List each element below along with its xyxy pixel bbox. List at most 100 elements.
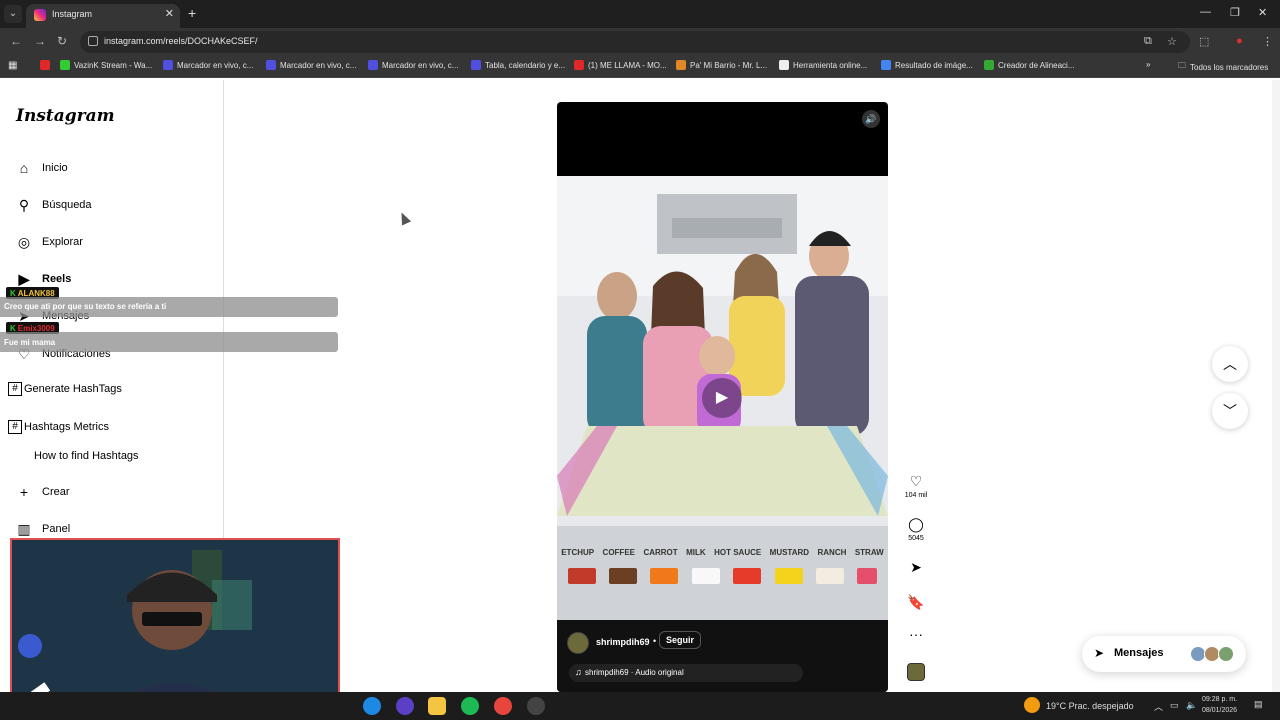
- weather-text[interactable]: 19°C Prac. despejado: [1046, 701, 1134, 711]
- bookmark-item[interactable]: VazinK Stream - Wa...: [60, 60, 152, 70]
- close-window-icon[interactable]: ✕: [1258, 6, 1267, 19]
- follow-button[interactable]: Seguir: [659, 631, 702, 649]
- sauce-cups: [561, 568, 884, 584]
- audio-thumbnail[interactable]: [907, 663, 925, 681]
- comment-button[interactable]: ◯ 5045: [904, 516, 928, 542]
- bookmark-item[interactable]: Herramienta online...: [779, 60, 867, 70]
- bookmark-item[interactable]: Marcador en vivo, c...: [368, 60, 458, 70]
- streamer-webcam: [10, 538, 340, 714]
- bookmark-item[interactable]: (1) ME LLAMA - MO...: [574, 60, 667, 70]
- send-icon: ➤: [1094, 646, 1105, 660]
- app-icon[interactable]: [396, 697, 414, 715]
- play-icon[interactable]: ▶: [702, 378, 742, 418]
- url-bar[interactable]: instagram.com/reels/DOCHAKeCSEF/: [80, 31, 1190, 53]
- page-scrollbar[interactable]: [1272, 80, 1280, 692]
- menu-icon[interactable]: ⋮: [1262, 35, 1273, 48]
- save-button[interactable]: 🔖: [904, 594, 928, 611]
- send-icon: ➤: [910, 559, 922, 575]
- sidebar-item-create[interactable]: + Crear: [16, 484, 70, 500]
- next-reel-button[interactable]: ﹀: [1212, 393, 1248, 429]
- hashtags-metrics-link[interactable]: # Hashtags Metrics: [8, 420, 109, 434]
- site-info-icon[interactable]: [88, 36, 98, 46]
- bookmark-item[interactable]: Creador de Alineaci...: [984, 60, 1075, 70]
- profile-icon[interactable]: ●: [1236, 35, 1243, 47]
- extensions-icon[interactable]: ⬚: [1199, 35, 1209, 48]
- tab-search-icon[interactable]: ⌄: [4, 5, 22, 23]
- chat-message: Creo que ati por que su texto se refería…: [0, 297, 338, 317]
- author-name[interactable]: shrimpdih69: [596, 637, 650, 647]
- cup-label: CARROT: [643, 548, 678, 557]
- home-icon: ⌂: [19, 160, 29, 176]
- bookmark-item[interactable]: [40, 60, 54, 70]
- obs-icon[interactable]: [527, 697, 545, 715]
- back-icon[interactable]: ←: [10, 34, 22, 48]
- volume-tray-icon[interactable]: 🔈: [1186, 700, 1197, 711]
- bookmark-item[interactable]: Resultado de imáge...: [881, 60, 973, 70]
- bookmark-item[interactable]: Marcador en vivo, c...: [266, 60, 356, 70]
- more-options-button[interactable]: ···: [904, 626, 928, 642]
- mouse-cursor: [396, 210, 412, 226]
- bookmark-item[interactable]: Marcador en vivo, c...: [163, 60, 253, 70]
- sidebar-item-explore[interactable]: ◎ Explorar: [16, 234, 83, 250]
- install-app-icon[interactable]: ⧉: [1144, 35, 1152, 48]
- reload-icon[interactable]: ↻: [57, 34, 67, 48]
- notifications-tray-icon[interactable]: ▤: [1254, 699, 1263, 710]
- reel-player[interactable]: 🔊 ETCHUP COFFEE CARROT MILK HOT SAUCE MU…: [557, 102, 888, 692]
- tray-app-icon[interactable]: ▭: [1170, 700, 1179, 711]
- bookmark-item[interactable]: Tabla, calendario y e...: [471, 60, 565, 70]
- messages-pill[interactable]: ➤ Mensajes: [1082, 636, 1246, 672]
- volume-icon[interactable]: 🔊: [862, 110, 880, 128]
- tab-instagram[interactable]: Instagram ✕: [26, 4, 180, 28]
- cup-label: HOT SAUCE: [714, 548, 762, 557]
- audio-link[interactable]: ♫ shrimpdih69 · Audio original: [569, 664, 803, 682]
- hashtag-icon: #: [8, 382, 22, 396]
- forward-icon[interactable]: →: [34, 34, 46, 48]
- weather-icon[interactable]: [1024, 697, 1040, 713]
- tray-chevron-icon[interactable]: ︿: [1154, 700, 1163, 713]
- how-to-find-hashtags-link[interactable]: How to find Hashtags: [34, 450, 139, 462]
- bookmark-favicon-icon: [676, 60, 686, 70]
- file-explorer-icon[interactable]: [428, 697, 446, 715]
- bookmark-item[interactable]: Pa' Mi Barrio - Mr. L...: [676, 60, 767, 70]
- apps-icon[interactable]: ▦: [8, 60, 17, 71]
- edge-icon[interactable]: [363, 697, 381, 715]
- like-button[interactable]: ♡ 104 mil: [904, 473, 928, 499]
- instagram-logo[interactable]: Instagram: [16, 106, 115, 126]
- clock-date[interactable]: 08/01/2026: [1202, 707, 1237, 714]
- reel-info: shrimpdih69 • Seguir ♫ shrimpdih69 · Aud…: [557, 620, 888, 692]
- chrome-icon[interactable]: [494, 697, 512, 715]
- chevron-up-icon: ︿: [1223, 356, 1237, 372]
- previous-reel-button[interactable]: ︿: [1212, 346, 1248, 382]
- cup-label: ETCHUP: [561, 548, 595, 557]
- bookmark-favicon-icon: [779, 60, 789, 70]
- sidebar-item-search[interactable]: ⚲ Búsqueda: [16, 197, 92, 213]
- tab-title: Instagram: [52, 9, 93, 19]
- bookmark-favicon-icon: [368, 60, 378, 70]
- chat-message: Fue mi mama: [0, 332, 338, 352]
- close-tab-icon[interactable]: ✕: [165, 7, 174, 20]
- clock-time[interactable]: 09:28 p. m.: [1202, 696, 1237, 703]
- sidebar-item-panel[interactable]: ▥ Panel: [16, 521, 70, 537]
- minimize-icon[interactable]: —: [1200, 6, 1211, 18]
- sauce-cups-row: ETCHUP COFFEE CARROT MILK HOT SAUCE MUST…: [557, 548, 888, 557]
- share-button[interactable]: ➤: [904, 559, 928, 576]
- more-bookmarks-icon[interactable]: »: [1146, 60, 1150, 69]
- author-avatar[interactable]: [567, 632, 589, 654]
- cup-label: MILK: [686, 548, 706, 557]
- bookmark-favicon-icon: [471, 60, 481, 70]
- new-tab-icon[interactable]: +: [188, 5, 196, 21]
- generate-hashtags-link[interactable]: # Generate HashTags: [8, 382, 122, 396]
- spotify-icon[interactable]: [461, 697, 479, 715]
- restore-icon[interactable]: ❐: [1230, 6, 1240, 19]
- hashtag-icon: #: [8, 420, 22, 434]
- like-count: 104 mil: [904, 492, 928, 499]
- bookmark-favicon-icon: [574, 60, 584, 70]
- sidebar-item-reels[interactable]: ▶ Reels: [16, 271, 72, 287]
- more-icon: ···: [909, 626, 923, 642]
- bookmarks-bar: ▦ VazinK Stream - Wa... Marcador en vivo…: [0, 56, 1280, 78]
- sidebar-item-home[interactable]: ⌂ Inicio: [16, 160, 68, 176]
- music-icon: ♫: [575, 667, 582, 677]
- bookmark-star-icon[interactable]: ☆: [1167, 35, 1177, 48]
- all-bookmarks[interactable]: 🗀 Todos los marcadores: [1178, 60, 1268, 74]
- bookmark-favicon-icon: [984, 60, 994, 70]
